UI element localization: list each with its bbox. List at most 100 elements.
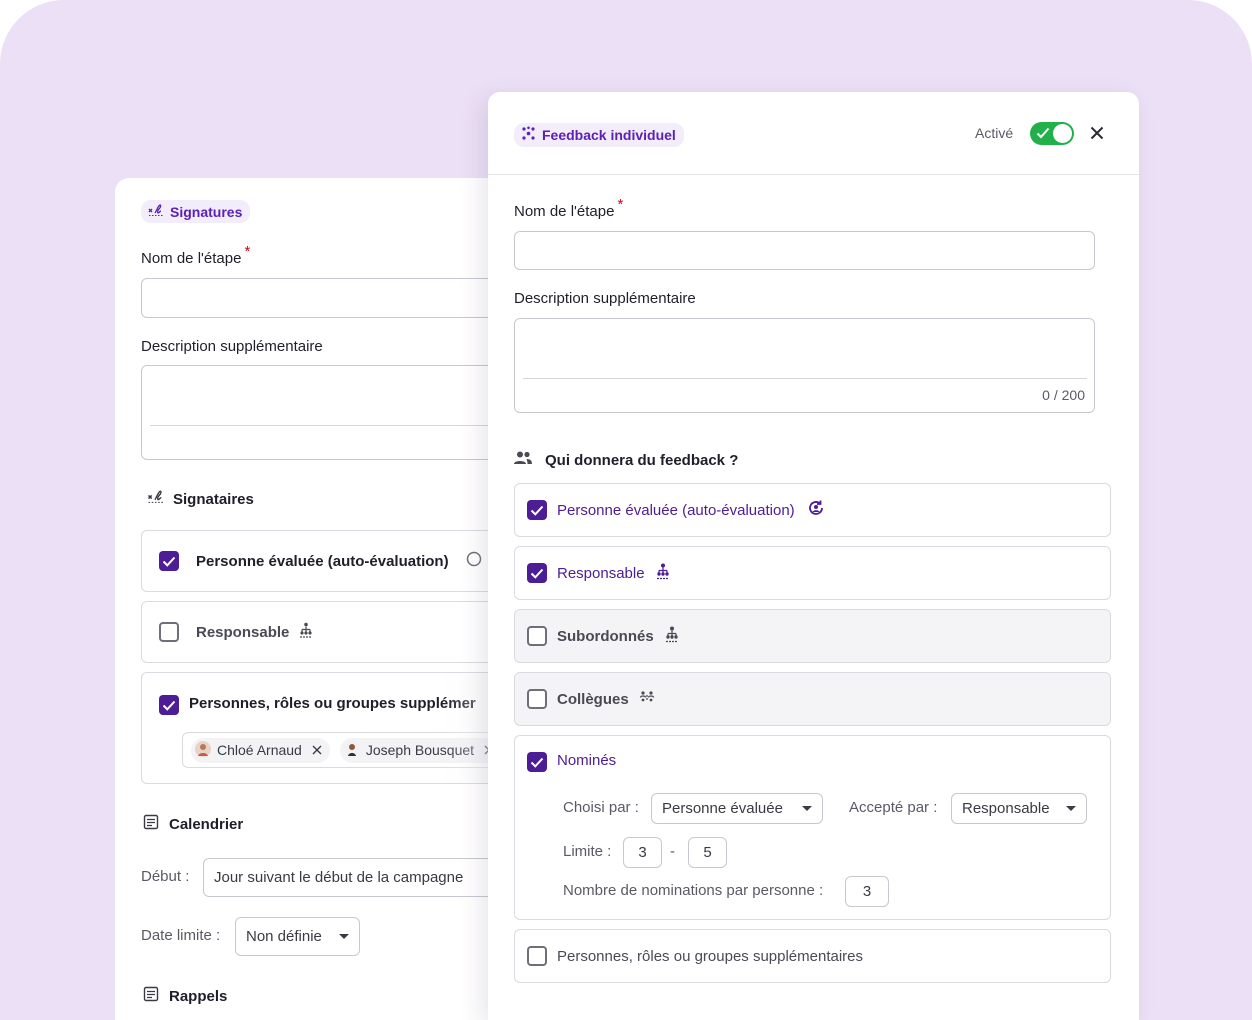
char-counter: 0 / 200 (1042, 387, 1085, 403)
checkbox-unchecked[interactable] (527, 946, 547, 966)
reminder-icon (143, 986, 159, 1007)
signers-title: Signataires (173, 490, 254, 508)
option-self-review[interactable]: Personne évaluée (auto-évaluation) (514, 483, 1111, 537)
feedback-chip-label: Feedback individuel (542, 127, 676, 143)
checkbox-checked[interactable] (527, 752, 547, 772)
feedback-panel: Feedback individuel Activé Nom de l'étap… (488, 92, 1139, 1020)
per-person-input[interactable]: 3 (845, 876, 889, 907)
signatures-chip-label: Signatures (170, 203, 243, 220)
description-input[interactable]: 0 / 200 (514, 318, 1095, 413)
description-label: Description supplémentaire (514, 290, 696, 307)
chosen-by-label: Choisi par : (563, 799, 639, 816)
accepted-by-label: Accepté par : (849, 799, 938, 816)
option-manager[interactable]: Responsable (514, 546, 1111, 600)
signer-option-manager[interactable]: Responsable (141, 601, 515, 663)
person-tag: Joseph Bousquet (339, 737, 503, 763)
people-icon (514, 451, 532, 469)
signer-option-label: Responsable (196, 623, 290, 641)
avatar (195, 740, 211, 760)
caret-down-icon (1066, 806, 1076, 811)
signer-option-additional[interactable]: Personnes, rôles ou groupes supplémer Ch… (141, 672, 515, 784)
calendar-header: Calendrier (143, 814, 243, 835)
signer-option-self[interactable]: Personne évaluée (auto-évaluation) (141, 530, 515, 592)
who-title: Qui donnera du feedback ? (545, 451, 739, 469)
start-label: Début : (141, 868, 190, 885)
checkbox-checked[interactable] (159, 551, 179, 571)
description-divider (523, 378, 1087, 379)
option-label: Personnes, rôles ou groupes supplémentai… (557, 947, 864, 965)
checkbox-checked[interactable] (527, 500, 547, 520)
option-colleagues[interactable]: Collègues (514, 672, 1111, 726)
caret-down-icon (339, 934, 349, 939)
signatures-chip: Signatures (141, 200, 251, 223)
peers-icon (639, 690, 655, 708)
self-review-icon (466, 551, 482, 571)
deadline-value: Non définie (246, 928, 322, 945)
step-name-label-wrap: Nom de l'étape * (141, 243, 250, 267)
step-name-label: Nom de l'étape (141, 250, 242, 267)
option-additional[interactable]: Personnes, rôles ou groupes supplémentai… (514, 929, 1111, 983)
step-name-input[interactable] (141, 278, 515, 318)
accepted-by-select[interactable]: Responsable (951, 793, 1087, 824)
org-chart-icon (664, 626, 680, 647)
required-mark: * (244, 243, 251, 260)
active-toggle[interactable] (1030, 122, 1074, 145)
chosen-by-value: Personne évaluée (662, 800, 783, 817)
person-tag: Chloé Arnaud (191, 737, 330, 763)
limit-max-input[interactable]: 5 (688, 837, 727, 868)
description-divider (150, 425, 515, 426)
option-subordinates[interactable]: Subordonnés (514, 609, 1111, 663)
checkbox-unchecked[interactable] (159, 622, 179, 642)
option-label: Collègues (557, 690, 629, 708)
option-label: Responsable (557, 564, 645, 582)
org-chart-icon (655, 563, 671, 584)
option-label: Subordonnés (557, 627, 654, 645)
checkbox-checked[interactable] (527, 563, 547, 583)
avatar (343, 740, 360, 760)
check-icon (1036, 126, 1050, 145)
description-label: Description supplémentaire (141, 338, 323, 355)
accepted-by-value: Responsable (962, 800, 1050, 817)
org-chart-icon (298, 622, 314, 642)
caret-down-icon (802, 806, 812, 811)
feedback-icon (521, 126, 536, 144)
option-label: Personne évaluée (auto-évaluation) (557, 501, 795, 519)
feedback-chip: Feedback individuel (514, 123, 684, 147)
option-nominees[interactable]: Nominés Choisi par : Personne évaluée Ac… (514, 735, 1111, 920)
calendar-title: Calendrier (169, 816, 244, 833)
step-name-input[interactable] (514, 231, 1095, 270)
step-name-label-wrap: Nom de l'étape * (514, 196, 623, 220)
person-name: Joseph Bousquet (365, 742, 475, 758)
toggle-knob (1053, 124, 1072, 143)
chosen-by-select[interactable]: Personne évaluée (651, 793, 823, 824)
reminders-header: Rappels (143, 986, 227, 1007)
people-field[interactable]: Chloé Arnaud Joseph Bousquet (182, 732, 515, 768)
description-input[interactable] (141, 365, 515, 460)
signer-option-label: Personnes, rôles ou groupes supplémer (189, 695, 476, 712)
start-select[interactable]: Jour suivant le début de la campagne (203, 858, 513, 897)
signer-option-label: Personne évaluée (auto-évaluation) (196, 552, 449, 570)
signatures-panel: Signatures Nom de l'étape * Description s… (115, 178, 515, 1020)
required-mark: * (617, 196, 624, 213)
close-icon[interactable] (1090, 126, 1104, 145)
calendar-icon (143, 814, 159, 835)
limit-min-input[interactable]: 3 (623, 837, 662, 868)
deadline-select[interactable]: Non définie (235, 917, 360, 956)
step-name-label: Nom de l'étape (514, 203, 615, 220)
deadline-label: Date limite : (141, 927, 221, 944)
option-label: Nominés (557, 752, 617, 769)
checkbox-unchecked[interactable] (527, 626, 547, 646)
close-icon[interactable] (312, 742, 322, 758)
who-header: Qui donnera du feedback ? (514, 451, 738, 469)
self-review-icon (807, 499, 825, 521)
checkbox-unchecked[interactable] (527, 689, 547, 709)
person-name: Chloé Arnaud (217, 742, 302, 758)
checkbox-checked[interactable] (159, 695, 179, 715)
limit-separator: - (670, 843, 675, 860)
active-label: Activé (975, 125, 1014, 141)
start-value: Jour suivant le début de la campagne (214, 869, 464, 886)
signers-header: Signataires (147, 489, 254, 509)
signature-icon (147, 489, 165, 509)
header-divider (488, 174, 1139, 175)
reminders-title: Rappels (169, 988, 228, 1005)
